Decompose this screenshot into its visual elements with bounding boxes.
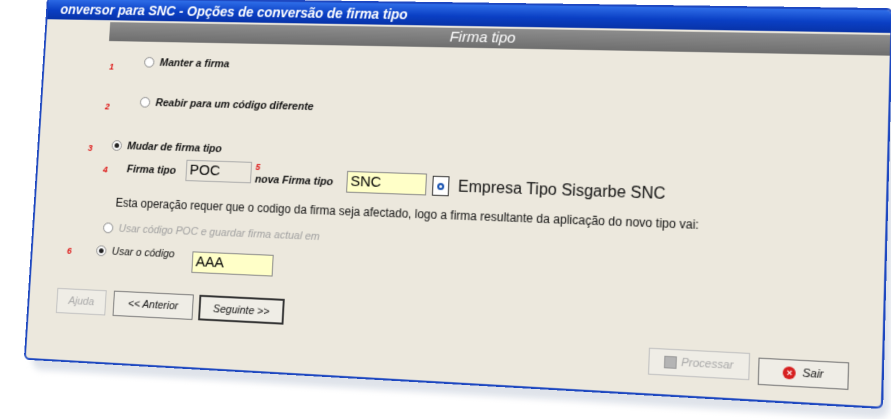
option-keep-firm-label: Manter a firma — [159, 57, 230, 71]
option-reopen-code[interactable]: Reabir para um código diferente — [139, 96, 314, 113]
exit-button-label: Sair — [802, 367, 824, 382]
nova-firma-tipo-input[interactable]: SNC — [346, 170, 428, 196]
step-number-4: 4 — [102, 164, 108, 175]
radio-change-firm-type[interactable] — [111, 139, 123, 151]
firma-tipo-field: POC — [185, 159, 253, 184]
option-keep-firm[interactable]: Manter a firma — [143, 56, 230, 71]
option-use-code[interactable]: Usar o código — [95, 244, 175, 261]
exit-button[interactable]: × Sair — [757, 357, 850, 390]
lookup-icon[interactable] — [431, 175, 450, 197]
option-reopen-code-label: Reabir para um código diferente — [155, 97, 314, 113]
step-number-2: 2 — [104, 101, 110, 112]
use-code-input[interactable]: AAA — [191, 251, 274, 277]
option-keep-poc-code-label: Usar código POC e guardar firma actual e… — [118, 223, 320, 243]
option-change-firm-type-label: Mudar de firma tipo — [126, 140, 223, 156]
step-number-1: 1 — [109, 61, 115, 72]
step-number-5: 5 — [255, 162, 261, 172]
process-button-label: Processar — [680, 356, 734, 372]
next-button[interactable]: Seguinte >> — [198, 294, 285, 325]
nova-firma-tipo-label: nova Firma tipo — [254, 173, 334, 189]
process-button[interactable]: Processar — [647, 347, 751, 381]
radio-use-code[interactable] — [95, 244, 107, 256]
radio-keep-firm[interactable] — [143, 56, 155, 68]
previous-button[interactable]: << Anterior — [112, 290, 194, 320]
option-use-code-label: Usar o código — [111, 245, 175, 261]
close-icon: × — [782, 366, 797, 380]
help-button[interactable]: Ajuda — [55, 287, 107, 316]
firm-type-description: Empresa Tipo Sisgarbe SNC — [457, 178, 666, 204]
save-icon — [664, 355, 678, 370]
step-number-3: 3 — [87, 143, 93, 153]
firma-tipo-label: Firma tipo — [126, 163, 177, 177]
converter-window: onversor para SNC - Opções de conversão … — [23, 0, 891, 409]
radio-keep-poc-code — [102, 221, 114, 233]
option-change-firm-type[interactable]: Mudar de firma tipo — [111, 139, 223, 156]
radio-reopen-code[interactable] — [139, 96, 151, 108]
step-number-6: 6 — [66, 245, 72, 256]
option-keep-poc-code: Usar código POC e guardar firma actual e… — [102, 221, 320, 243]
